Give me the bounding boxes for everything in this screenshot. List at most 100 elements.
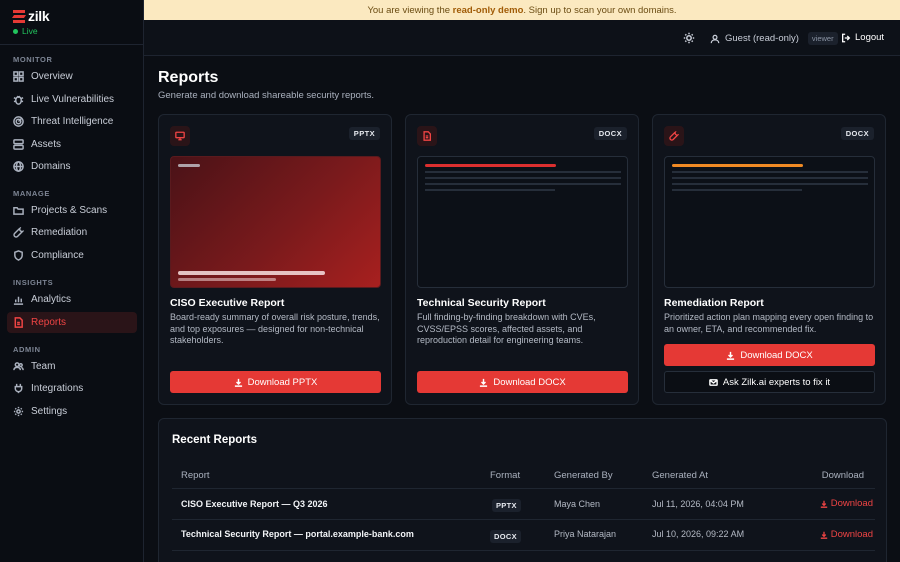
page-title: Reports <box>158 69 219 86</box>
download-label: Download <box>830 529 873 540</box>
recent-reports-title: Recent Reports <box>172 434 257 446</box>
banner-suffix[interactable]: . Sign up to scan your own domains. <box>523 5 676 16</box>
file-icon <box>14 317 23 328</box>
column-header-download: Download <box>821 470 864 481</box>
card-title: Remediation Report <box>664 297 764 309</box>
user-name: Guest (read-only) <box>725 33 799 44</box>
report-name: Technical Security Report — portal.examp… <box>181 529 414 539</box>
report-preview <box>170 156 381 288</box>
sidebar-item-label: Projects & Scans <box>31 205 108 216</box>
report-preview <box>417 156 628 288</box>
sidebar-item-label: Integrations <box>31 383 84 394</box>
format-badge: DOCX <box>490 530 521 543</box>
section-admin: ADMIN <box>13 345 41 354</box>
wrench-icon <box>669 131 679 141</box>
report-preview <box>664 156 875 288</box>
theme-toggle-button[interactable] <box>683 32 695 44</box>
sidebar-item-label: Settings <box>31 406 68 417</box>
sidebar: zilk Live MONITOR Overview Live Vulnerab… <box>0 0 144 562</box>
generated-at: Jul 10, 2026, 09:22 AM <box>652 529 745 539</box>
sidebar-item-compliance[interactable]: Compliance <box>7 245 137 266</box>
report-card-ciso: PPTX CISO Executive Report Board-ready s… <box>158 114 392 405</box>
sidebar-item-label: Overview <box>31 71 73 82</box>
mail-icon <box>709 378 718 386</box>
logout-label: Logout <box>855 32 885 43</box>
download-icon <box>820 531 827 539</box>
card-description: Prioritized action plan mapping every op… <box>664 312 874 334</box>
sidebar-item-reports[interactable]: Reports <box>7 312 137 333</box>
page-subtitle: Generate and download shareable security… <box>158 90 374 101</box>
zilk-logo-icon <box>11 9 27 23</box>
users-icon <box>13 362 24 371</box>
sidebar-item-overview[interactable]: Overview <box>7 66 137 87</box>
plug-icon <box>14 383 23 394</box>
sidebar-item-live-vulnerabilities[interactable]: Live Vulnerabilities <box>7 89 137 110</box>
logout-icon <box>842 33 851 42</box>
download-icon <box>727 351 735 360</box>
sidebar-item-label: Remediation <box>31 227 88 238</box>
sidebar-item-projects-scans[interactable]: Projects & Scans <box>7 200 137 221</box>
sidebar-item-threat-intelligence[interactable]: Threat Intelligence <box>7 111 137 132</box>
sidebar-item-label: Team <box>31 361 56 372</box>
generated-at: Jul 11, 2026, 04:04 PM <box>652 499 744 509</box>
row-download-link[interactable]: Download <box>820 498 873 509</box>
wrench-icon <box>13 227 24 238</box>
sidebar-item-assets[interactable]: Assets <box>7 134 137 155</box>
column-header-format: Format <box>490 470 521 481</box>
download-docx-button[interactable]: Download DOCX <box>664 344 875 366</box>
globe-icon <box>13 161 24 172</box>
user-menu[interactable]: Guest (read-only) viewer <box>710 32 838 45</box>
report-name: CISO Executive Report — Q3 2026 <box>181 499 328 509</box>
column-header-generated-by: Generated By <box>554 470 613 481</box>
sidebar-item-label: Live Vulnerabilities <box>31 94 115 105</box>
table-divider <box>172 550 875 551</box>
generated-by: Maya Chen <box>554 499 601 509</box>
sidebar-item-label: Analytics <box>31 294 72 305</box>
button-label: Download DOCX <box>493 376 566 388</box>
top-bar: Guest (read-only) viewer Logout <box>144 20 900 56</box>
sidebar-item-analytics[interactable]: Analytics <box>7 289 137 310</box>
row-download-link[interactable]: Download <box>820 529 873 540</box>
generated-by: Priya Natarajan <box>554 529 617 539</box>
logout-button[interactable]: Logout <box>841 32 884 43</box>
section-manage: MANAGE <box>13 189 50 198</box>
user-icon <box>710 34 720 43</box>
section-insights: INSIGHTS <box>13 278 54 287</box>
ask-experts-button[interactable]: Ask Zilk.ai experts to fix it <box>664 371 875 393</box>
download-icon <box>234 378 242 387</box>
sidebar-item-label: Threat Intelligence <box>31 116 114 127</box>
grid-icon <box>13 71 24 82</box>
card-title: Technical Security Report <box>417 297 546 309</box>
button-label: Ask Zilk.ai experts to fix it <box>722 376 831 388</box>
sidebar-item-team[interactable]: Team <box>7 356 137 377</box>
radar-icon <box>13 116 24 127</box>
button-label: Download DOCX <box>740 349 813 361</box>
presentation-icon <box>175 131 185 141</box>
format-badge: PPTX <box>492 499 521 512</box>
card-description: Full finding-by-finding breakdown with C… <box>417 312 596 345</box>
banner-prefix: You are viewing the <box>367 4 451 16</box>
sidebar-item-remediation[interactable]: Remediation <box>7 222 137 243</box>
download-docx-button[interactable]: Download DOCX <box>417 371 628 393</box>
bug-icon <box>13 95 24 105</box>
folder-icon <box>13 207 24 215</box>
sidebar-item-domains[interactable]: Domains <box>7 156 137 177</box>
banner-highlight: read-only demo <box>452 4 524 16</box>
format-badge: DOCX <box>840 127 874 140</box>
sidebar-divider <box>0 44 144 45</box>
sidebar-item-integrations[interactable]: Integrations <box>7 378 137 399</box>
role-badge: viewer <box>807 32 838 45</box>
recent-reports-panel: Recent Reports Report Format Generated B… <box>158 418 887 562</box>
download-pptx-button[interactable]: Download PPTX <box>170 371 381 393</box>
live-dot-icon <box>13 28 18 34</box>
card-description: Board-ready summary of overall risk post… <box>170 312 380 345</box>
sidebar-item-settings[interactable]: Settings <box>7 401 137 422</box>
download-label: Download <box>830 498 873 509</box>
live-status: Live <box>13 26 38 36</box>
document-icon <box>423 131 431 141</box>
column-header-generated-at: Generated At <box>652 470 708 481</box>
logo[interactable]: zilk <box>11 8 50 24</box>
chart-icon <box>13 296 24 305</box>
button-label: Download PPTX <box>247 376 318 388</box>
sun-icon <box>683 32 695 44</box>
